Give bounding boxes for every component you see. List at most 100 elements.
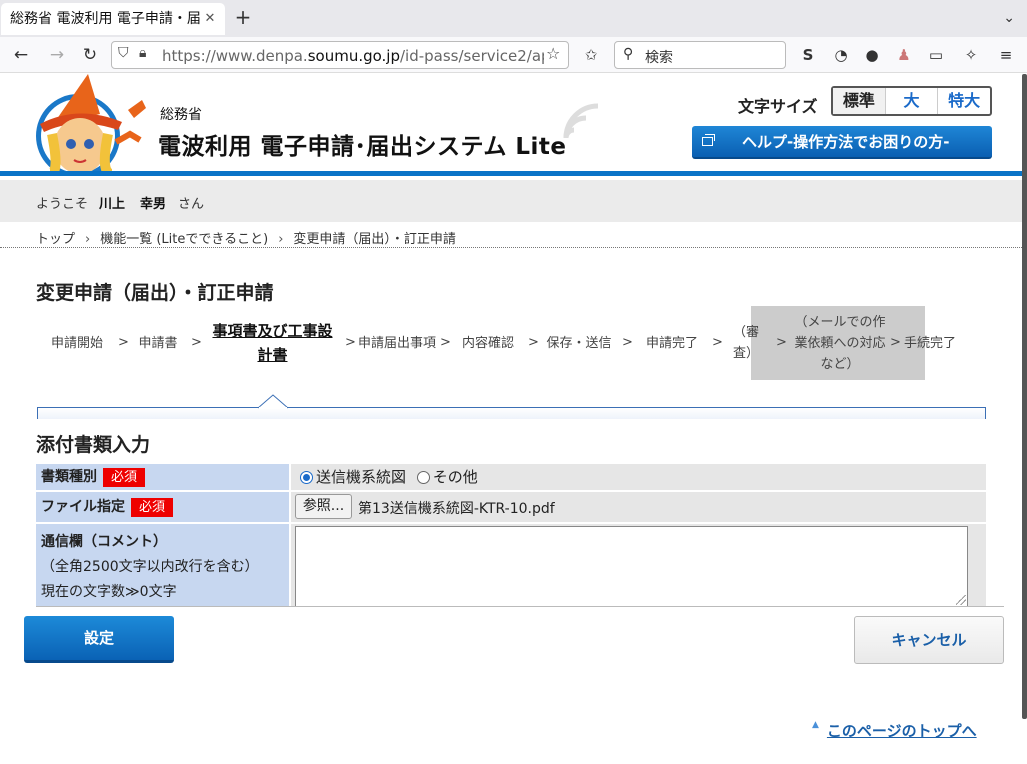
extension-person-icon[interactable]: ♟ [894, 45, 914, 65]
step-arrow: > [712, 335, 723, 350]
search-placeholder: 検索 [645, 50, 673, 66]
doc-type-option-diagram[interactable]: 送信機系統図 [300, 468, 406, 486]
breadcrumb-top[interactable]: トップ [36, 232, 75, 247]
step-arrow: > [622, 335, 633, 350]
welcome-bar: ようこそ 川上 幸男 さん [0, 180, 1022, 222]
close-icon[interactable]: ✕ [195, 3, 225, 35]
chevron-right-icon: › [278, 232, 284, 247]
browser-tab-bar: 総務省 電波利用 電子申請・届 ✕ + ⌄ [0, 0, 1027, 37]
welcome-prefix: ようこそ [36, 197, 89, 212]
shield-icon[interactable]: ⛉ [118, 45, 129, 61]
user-first-name: 幸男 [140, 197, 167, 212]
cancel-button[interactable]: キャンセル [854, 616, 1004, 664]
breadcrumb: トップ › 機能一覧 (Liteでできること) › 変更申請（届出）・訂正申請 [36, 228, 456, 247]
font-size-label: 文字サイズ [738, 97, 818, 116]
file-name: 第13送信機系統図-KTR-10.pdf [358, 501, 555, 517]
step-review: （審査） [732, 325, 759, 361]
page-top-label: このページのトップへ [826, 722, 977, 740]
downloads-icon[interactable]: ▭ [926, 45, 946, 65]
file-row: ファイル指定 必須 参照... 第13送信機系統図-KTR-10.pdf [36, 492, 986, 522]
step-matters-design: 事項書及び工事設計書 [212, 322, 333, 364]
comment-textarea[interactable] [295, 526, 968, 607]
triangle-up-icon: ▲ [812, 720, 819, 730]
font-size-standard[interactable]: 標準 [833, 88, 886, 114]
user-last-name: 川上 [99, 197, 126, 212]
page-title: 変更申請（届出）・訂正申請 [36, 282, 274, 304]
content-panel-top [37, 407, 986, 419]
step-arrow: > [191, 335, 202, 350]
step-mail-response: （メールでの作業依頼への対応など） [794, 314, 886, 372]
help-button-label: ヘルプ-操作方法でお困りの方- [742, 133, 950, 151]
font-size-extra-large[interactable]: 特大 [938, 88, 990, 114]
breadcrumb-function-list[interactable]: 機能一覧 (Liteでできること) [100, 232, 268, 247]
extensions-icon[interactable]: ✧ [961, 45, 981, 65]
forward-icon[interactable]: → [44, 42, 70, 68]
back-icon[interactable]: ← [8, 42, 34, 68]
current-step-pointer [258, 394, 288, 409]
page-top-link[interactable]: ▲ このページのトップへ [812, 720, 977, 741]
ministry-name: 総務省 [160, 107, 202, 123]
reload-icon[interactable]: ↻ [77, 42, 103, 68]
step-confirm: 内容確認 [461, 335, 514, 351]
search-bar[interactable]: ⚲ 検索 [614, 41, 786, 69]
url-text[interactable]: https://www.denpa.soumu.go.jp/id-pass/se… [162, 47, 544, 65]
page-scrollbar[interactable] [1022, 74, 1027, 719]
form-divider [36, 606, 1004, 607]
step-procedure-complete: 手続完了 [904, 335, 957, 351]
font-size-large[interactable]: 大 [886, 88, 939, 114]
step-save-send: 保存・送信 [546, 335, 612, 351]
new-tab-button[interactable]: + [232, 6, 254, 28]
file-label: ファイル指定 必須 [36, 492, 289, 522]
mascot-logo [36, 74, 146, 174]
doc-type-option-other[interactable]: その他 [416, 468, 478, 486]
comment-label: 通信欄（コメント） [41, 534, 167, 550]
comment-row: 通信欄（コメント） （全角2500文字以内改行を含む） 現在の文字数≫0文字 [36, 524, 986, 607]
extension-s-icon[interactable]: S [798, 45, 818, 65]
step-arrow: > [118, 335, 129, 350]
bookmark-star-icon[interactable]: ☆ [546, 44, 560, 63]
breadcrumb-divider [0, 247, 1022, 248]
section-title: 添付書類入力 [36, 434, 151, 456]
required-badge: 必須 [131, 497, 174, 517]
extension-gauge-icon[interactable]: ◔ [831, 45, 851, 65]
comment-note: （全角2500文字以内改行を含む） [41, 559, 259, 575]
browser-toolbar: ← → ↻ ⛉ 🔒︎ https://www.denpa.soumu.go.jp… [0, 37, 1027, 73]
comment-count: 現在の文字数≫0文字 [41, 584, 177, 600]
pocket-icon[interactable]: ✩ [581, 45, 601, 65]
required-badge: 必須 [103, 467, 146, 487]
menu-icon[interactable]: ≡ [996, 45, 1016, 65]
step-arrow: > [776, 335, 787, 350]
url-bar[interactable]: ⛉ 🔒︎ https://www.denpa.soumu.go.jp/id-pa… [111, 41, 569, 69]
header-divider [0, 171, 1022, 176]
step-arrow: > [345, 335, 356, 350]
radio-wave-icon [563, 103, 599, 139]
lock-icon[interactable]: 🔒︎ [139, 45, 146, 61]
resize-grip-icon[interactable] [956, 595, 966, 605]
welcome-suffix: さん [178, 197, 205, 212]
extension-circles-icon[interactable]: ● [862, 45, 882, 65]
step-start: 申請開始 [50, 335, 103, 351]
font-size-selector: 標準 大 特大 [831, 86, 992, 116]
comment-label-cell: 通信欄（コメント） （全角2500文字以内改行を含む） 現在の文字数≫0文字 [36, 524, 289, 606]
step-arrow: > [440, 335, 451, 350]
breadcrumb-current: 変更申請（届出）・訂正申請 [293, 232, 456, 247]
radio-checked[interactable] [300, 471, 313, 484]
chevron-right-icon: › [85, 232, 91, 247]
doc-type-row: 書類種別 必須 送信機系統図 その他 [36, 464, 986, 490]
new-window-icon [702, 134, 715, 146]
step-notification-items: 申請届出事項 [358, 335, 437, 351]
site-title[interactable]: 電波利用 電子申請･届出システム Lite [158, 127, 566, 161]
step-arrow: > [890, 335, 901, 350]
doc-type-value: 送信機系統図 その他 [291, 464, 986, 490]
list-tabs-icon[interactable]: ⌄ [1003, 10, 1015, 26]
doc-type-label: 書類種別 必須 [36, 464, 289, 490]
browser-tab[interactable]: 総務省 電波利用 電子申請・届 ✕ [1, 3, 225, 35]
file-value: 参照... 第13送信機系統図-KTR-10.pdf [291, 492, 986, 522]
radio-unchecked[interactable] [416, 471, 430, 484]
step-application: 申請書 [138, 335, 178, 351]
browse-button[interactable]: 参照... [295, 494, 352, 519]
comment-value [291, 524, 986, 607]
search-icon: ⚲ [623, 46, 634, 62]
help-button[interactable]: ヘルプ-操作方法でお困りの方- [692, 126, 992, 159]
set-button[interactable]: 設定 [24, 616, 174, 663]
